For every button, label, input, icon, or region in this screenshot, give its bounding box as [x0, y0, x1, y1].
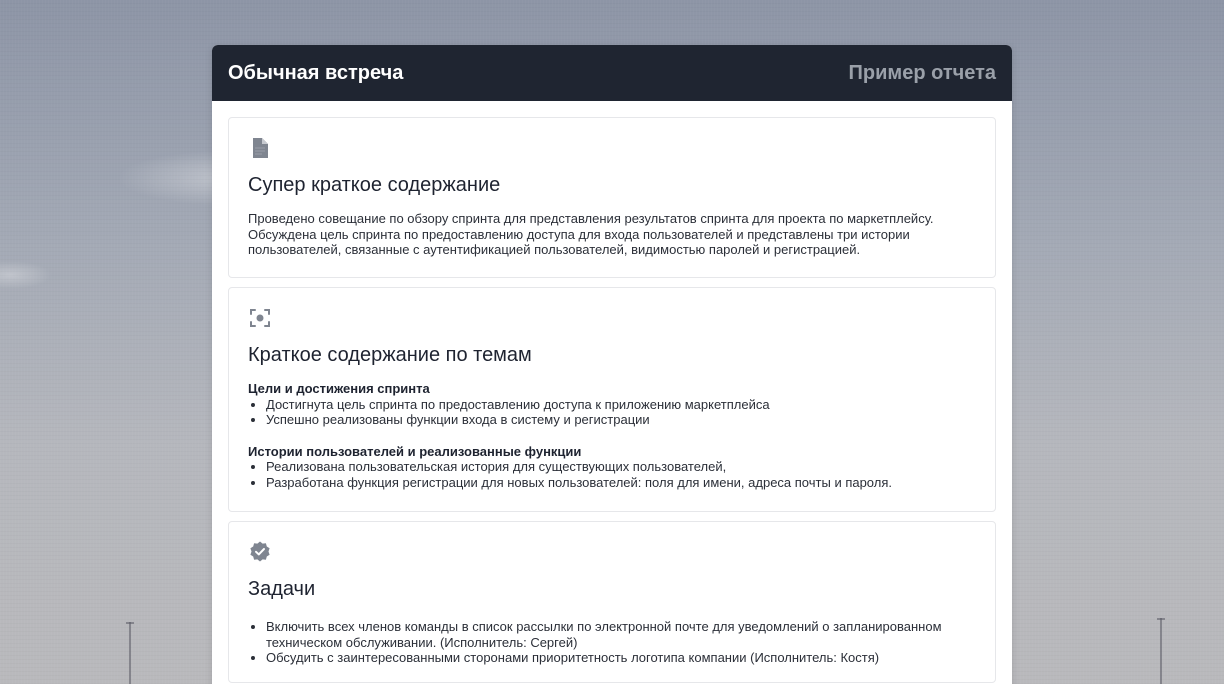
card-title: Задачи — [248, 578, 316, 600]
card-title: Краткое содержание по темам — [248, 344, 532, 366]
sample-report-label: Пример отчета — [848, 61, 996, 84]
card-summary-text: Проведено совещание по обзору спринта дл… — [248, 211, 934, 257]
list-item: Достигнута цель спринта по предоставлени… — [251, 397, 976, 413]
section-heading: Цели и достижения спринта — [248, 381, 430, 396]
bullet-list: Реализована пользовательская история для… — [248, 459, 976, 490]
card-title: Супер краткое содержание — [248, 174, 501, 196]
report-header: Обычная встреча Пример отчета — [212, 45, 1012, 101]
check-badge-icon — [248, 540, 272, 564]
report-panel: Обычная встреча Пример отчета Супер крат… — [212, 45, 1012, 684]
section-heading: Истории пользователей и реализованные фу… — [248, 443, 582, 459]
card-tasks: Задачи Включить всех членов команды в сп… — [228, 521, 996, 683]
task-item: Обсудить с заинтересованными сторонами п… — [251, 650, 976, 666]
focus-icon — [248, 306, 272, 330]
document-icon — [248, 136, 272, 160]
report-title: Обычная встреча — [228, 61, 404, 84]
card-super-summary: Супер краткое содержание Проведено совещ… — [228, 117, 996, 278]
report-body: Супер краткое содержание Проведено совещ… — [212, 101, 1012, 684]
list-item: Разработана функция регистрации для новы… — [251, 475, 976, 491]
bullet-list: Достигнута цель спринта по предоставлени… — [248, 397, 976, 428]
background-pole-left — [126, 622, 134, 684]
card-topic-summary: Краткое содержание по темам Цели и дости… — [228, 287, 996, 512]
background-pole-right — [1157, 618, 1165, 684]
task-item: Включить всех членов команды в список ра… — [251, 619, 976, 650]
task-list: Включить всех членов команды в список ра… — [248, 619, 976, 666]
list-item: Реализована пользовательская история для… — [251, 459, 976, 475]
list-item: Успешно реализованы функции входа в сист… — [251, 412, 976, 428]
